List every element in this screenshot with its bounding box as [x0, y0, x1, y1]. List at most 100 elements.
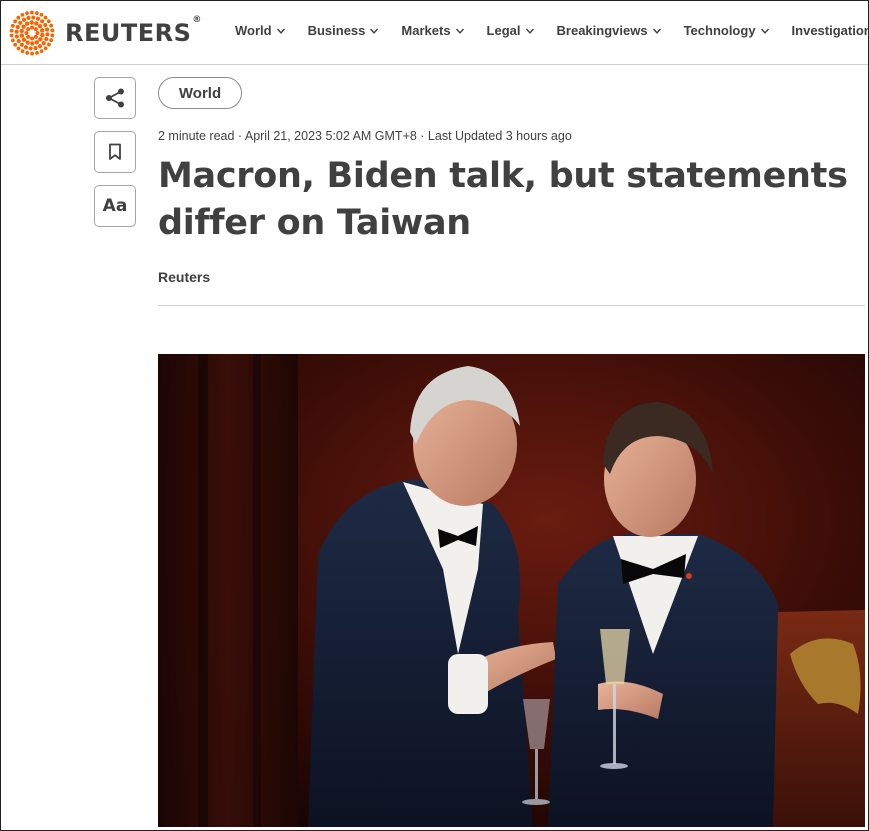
- logo-dot: [40, 19, 45, 24]
- nav-item-business[interactable]: Business: [308, 23, 380, 38]
- logo-dot: [13, 19, 17, 24]
- lead-photo-image: [158, 354, 865, 827]
- logo-dot: [41, 41, 46, 46]
- article-byline[interactable]: Reuters: [158, 269, 210, 285]
- logo-dot: [21, 37, 27, 42]
- logo-dot: [9, 28, 14, 33]
- logo-dot: [25, 11, 29, 16]
- nav-item-markets[interactable]: Markets: [401, 23, 464, 38]
- logo-dot: [47, 42, 51, 47]
- nav-item-technology[interactable]: Technology: [684, 23, 770, 38]
- article-meta: 2 minute read · April 21, 2023 5:02 AM G…: [158, 129, 572, 143]
- logo-dot: [20, 49, 25, 54]
- chevron-down-icon: [276, 28, 285, 34]
- logo-dot: [30, 25, 34, 30]
- nav-item-breakingviews[interactable]: Breakingviews: [557, 23, 662, 38]
- logo-dot: [29, 20, 34, 25]
- share-button[interactable]: [94, 77, 136, 119]
- logo-dot: [16, 46, 21, 51]
- logo-dot: [26, 27, 31, 32]
- logo-dot: [50, 33, 55, 38]
- logo-dot: [25, 21, 30, 26]
- logo-dot: [20, 12, 25, 17]
- logo-dot: [18, 20, 23, 25]
- bookmark-button[interactable]: [94, 131, 136, 173]
- logo-dot: [37, 24, 43, 29]
- main-nav: World Business Markets Legal Breakingvie…: [235, 23, 869, 38]
- logo-dot: [21, 24, 26, 29]
- chevron-down-icon: [652, 28, 661, 34]
- logo-dot: [14, 29, 19, 34]
- nav-item-legal[interactable]: Legal: [487, 23, 535, 38]
- logo-dot: [35, 50, 39, 55]
- chevron-down-icon: [370, 28, 379, 34]
- logo-dot: [50, 28, 55, 33]
- section-tag-label: World: [178, 84, 222, 102]
- nav-item-label: Business: [307, 23, 366, 38]
- logo-dot: [34, 11, 39, 15]
- logo-dot: [16, 15, 21, 20]
- logo-dot: [14, 34, 20, 39]
- logo-dot: [25, 40, 30, 45]
- logo-dot: [38, 37, 43, 42]
- nav-item-label: Investigations: [791, 23, 869, 38]
- logo-dot: [44, 36, 49, 42]
- logo-dot: [16, 38, 21, 44]
- logo-dot: [23, 45, 29, 50]
- section-tag-world[interactable]: World: [158, 77, 242, 109]
- nav-item-label: Markets: [401, 23, 451, 38]
- logo-dot: [26, 15, 31, 21]
- logo-dot: [30, 41, 35, 46]
- nav-item-label: World: [235, 23, 272, 38]
- chevron-down-icon: [525, 28, 534, 34]
- logo-dot: [30, 36, 34, 41]
- chevron-down-icon: [455, 28, 464, 34]
- logo-dot: [44, 27, 50, 32]
- article-headline: Macron, Biden talk, but statements diffe…: [158, 156, 848, 243]
- logo-dot: [26, 34, 31, 39]
- logo-wordmark: REUTERS®: [65, 15, 202, 47]
- logo-dot: [34, 21, 39, 26]
- logo-dot: [24, 31, 29, 35]
- logo-dot: [31, 15, 36, 20]
- nav-item-investigations[interactable]: Investigations: [792, 23, 869, 38]
- logo-dot: [49, 23, 54, 28]
- reuters-logo[interactable]: REUTERS®: [8, 9, 202, 57]
- logo-dot: [10, 38, 15, 43]
- text-size-label: Aa: [102, 196, 128, 216]
- logo-dot: [19, 42, 24, 47]
- logo-dot: [43, 46, 48, 51]
- logo-dot: [19, 33, 25, 38]
- lead-photo: [158, 354, 865, 827]
- logo-dot: [9, 33, 14, 38]
- logo-dot: [33, 34, 38, 39]
- site-header: REUTERS® World Business Markets Legal Br…: [1, 1, 869, 65]
- chevron-down-icon: [760, 28, 769, 34]
- nav-item-world[interactable]: World: [235, 23, 286, 38]
- logo-dot: [28, 46, 33, 51]
- logo-dot: [10, 23, 15, 28]
- logo-dot: [37, 44, 43, 49]
- logo-dot: [13, 42, 18, 47]
- logo-dot: [39, 49, 44, 54]
- logo-dot: [33, 27, 38, 32]
- logo-dot: [30, 51, 34, 56]
- nav-item-label: Breakingviews: [556, 23, 648, 38]
- nav-item-label: Technology: [683, 23, 756, 38]
- bookmark-icon: [109, 143, 121, 160]
- logo-dot: [33, 45, 38, 51]
- logo-dot: [19, 28, 24, 34]
- logo-dot: [39, 12, 44, 17]
- logo-dot: [43, 22, 48, 28]
- logo-dot: [35, 16, 41, 21]
- logo-dot: [40, 32, 45, 38]
- divider: [158, 305, 865, 306]
- nav-item-label: Legal: [486, 23, 521, 38]
- logo-dot: [43, 15, 48, 20]
- logo-dot: [35, 31, 40, 35]
- logo-dot: [45, 32, 50, 37]
- logo-dot: [15, 24, 20, 30]
- logo-dot: [34, 40, 39, 45]
- logo-dot: [46, 19, 51, 24]
- text-size-button[interactable]: Aa: [94, 185, 136, 227]
